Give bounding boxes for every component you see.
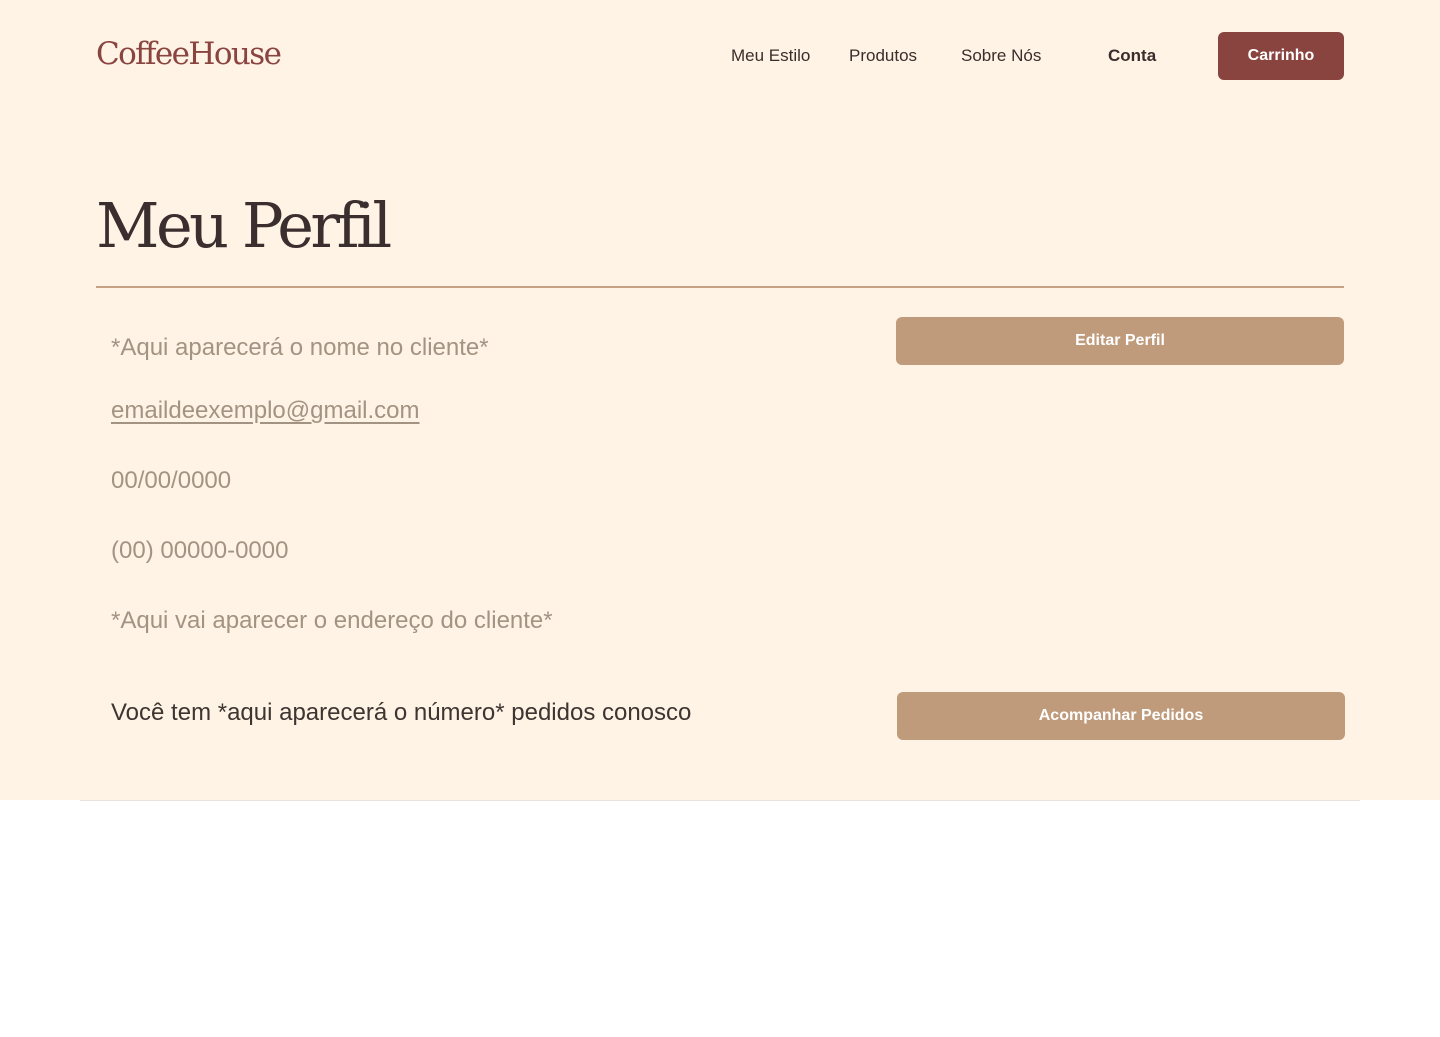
logo[interactable]: CoffeeHouse [96, 34, 282, 74]
track-orders-button[interactable]: Acompanhar Pedidos [897, 692, 1345, 740]
nav-link-sobre-nos[interactable]: Sobre Nós [961, 44, 1041, 68]
edit-profile-button[interactable]: Editar Perfil [896, 317, 1344, 365]
nav-link-produtos[interactable]: Produtos [849, 44, 917, 68]
cart-button[interactable]: Carrinho [1218, 32, 1344, 80]
customer-email[interactable]: emaildeexemplo@gmail.com [111, 396, 419, 426]
page-title: Meu Perfil [96, 189, 392, 262]
customer-phone: (00) 00000-0000 [111, 537, 289, 564]
nav-link-conta[interactable]: Conta [1108, 44, 1156, 68]
title-divider [96, 286, 1344, 288]
section-divider [80, 800, 1360, 801]
customer-address: *Aqui vai aparecer o endereço do cliente… [111, 607, 553, 634]
orders-count-text: Você tem *aqui aparecerá o número* pedid… [111, 699, 692, 726]
customer-birthdate: 00/00/0000 [111, 467, 232, 494]
nav-link-meu-estilo[interactable]: Meu Estilo [731, 44, 810, 68]
customer-name: *Aqui aparecerá o nome no cliente* [111, 334, 489, 361]
profile-section: CoffeeHouse Meu Estilo Produtos Sobre Nó… [0, 0, 1440, 800]
page: CoffeeHouse Meu Estilo Produtos Sobre Nó… [0, 0, 1440, 1037]
